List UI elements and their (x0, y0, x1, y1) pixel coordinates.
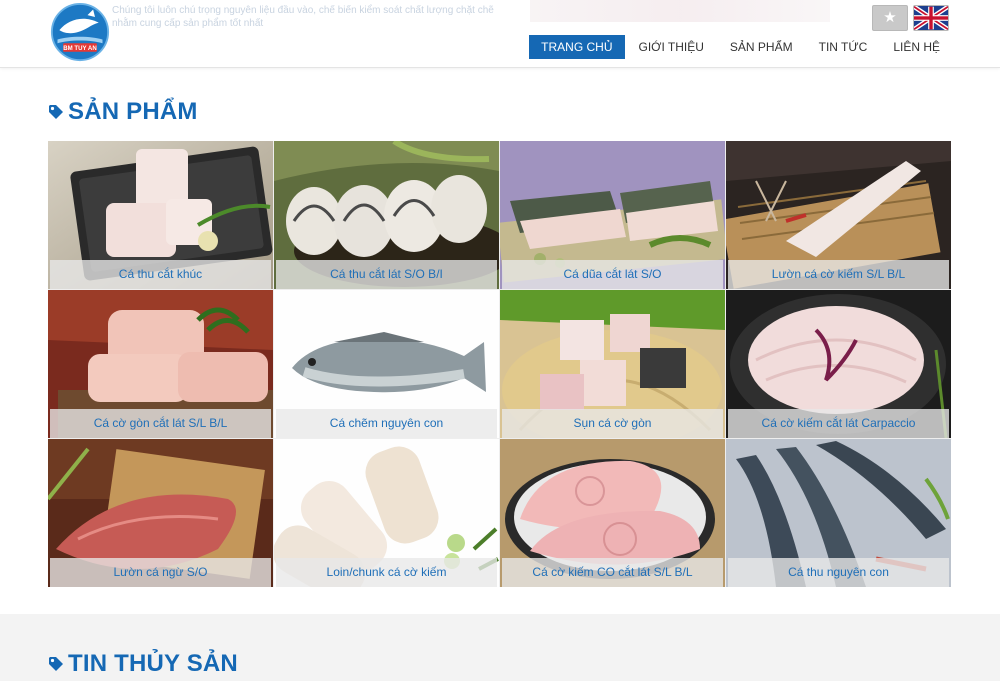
nav-home[interactable]: TRANG CHỦ (529, 35, 625, 59)
header-tagline: Chúng tôi luôn chú trọng nguyên liệu đầu… (112, 5, 494, 29)
product-label[interactable]: Cá chẽm nguyên con (276, 409, 497, 438)
products-section-title: SẢN PHẨM (68, 98, 198, 125)
english-flag-icon[interactable] (913, 5, 949, 31)
product-grid: Cá thu cắt khúc Cá thu cắt lát S/O B/I C… (48, 141, 951, 587)
product-card[interactable]: Cá thu nguyên con (726, 439, 951, 587)
products-section-header: SẢN PHẨM (48, 98, 198, 126)
tag-icon (49, 105, 63, 119)
nav-about[interactable]: GIỚI THIỆU (627, 35, 716, 59)
product-label[interactable]: Loin/chunk cá cờ kiếm (276, 558, 497, 587)
nav-contact[interactable]: LIÊN HỆ (881, 35, 952, 59)
product-label[interactable]: Lườn cá cờ kiếm S/L B/L (728, 260, 949, 289)
product-card[interactable]: Cá cờ kiếm cắt lát Carpaccio (726, 290, 951, 438)
news-section-title: TIN THỦY SẢN (68, 650, 238, 677)
product-card[interactable]: Cá chẽm nguyên con (274, 290, 499, 438)
product-card[interactable]: Cá cờ gòn cắt lát S/L B/L (48, 290, 273, 438)
product-card[interactable]: Cá thu cắt khúc (48, 141, 273, 289)
product-card[interactable]: Sụn cá cờ gòn (500, 290, 725, 438)
product-card[interactable]: Lườn cá ngừ S/O (48, 439, 273, 587)
product-label[interactable]: Cá cờ gòn cắt lát S/L B/L (50, 409, 271, 438)
product-label[interactable]: Cá thu cắt lát S/O B/I (276, 260, 497, 289)
nav-products[interactable]: SẢN PHẨM (718, 35, 805, 59)
flag-star-icon: ★ (883, 9, 897, 26)
product-label[interactable]: Cá thu cắt khúc (50, 260, 271, 289)
product-card[interactable]: Cá thu cắt lát S/O B/I (274, 141, 499, 289)
product-label[interactable]: Cá cờ kiếm cắt lát Carpaccio (728, 409, 949, 438)
product-label[interactable]: Cá cờ kiếm CO cắt lát S/L B/L (502, 558, 723, 587)
vietnamese-flag-icon[interactable]: ★ (872, 5, 908, 31)
logo-text: BM TUY AN (63, 45, 96, 52)
tag-icon (49, 657, 63, 671)
product-label[interactable]: Cá dũa cắt lát S/O (502, 260, 723, 289)
header-banner-strip (530, 0, 830, 22)
nav-news[interactable]: TIN TỨC (807, 35, 880, 59)
product-card[interactable]: Cá cờ kiếm CO cắt lát S/L B/L (500, 439, 725, 587)
news-section-header: TIN THỦY SẢN (48, 650, 238, 678)
product-label[interactable]: Sụn cá cờ gòn (502, 409, 723, 438)
product-card[interactable]: Cá dũa cắt lát S/O (500, 141, 725, 289)
product-label[interactable]: Cá thu nguyên con (728, 558, 949, 587)
product-card[interactable]: Loin/chunk cá cờ kiếm (274, 439, 499, 587)
main-navigation: TRANG CHỦ GIỚI THIỆU SẢN PHẨM TIN TỨC LI… (527, 35, 952, 59)
site-header: BM TUY AN Chúng tôi luôn chú trọng nguyê… (0, 0, 1000, 68)
product-card[interactable]: Lườn cá cờ kiếm S/L B/L (726, 141, 951, 289)
uk-flag-graphic (914, 6, 948, 30)
company-logo[interactable]: BM TUY AN (48, 2, 112, 62)
product-label[interactable]: Lườn cá ngừ S/O (50, 558, 271, 587)
